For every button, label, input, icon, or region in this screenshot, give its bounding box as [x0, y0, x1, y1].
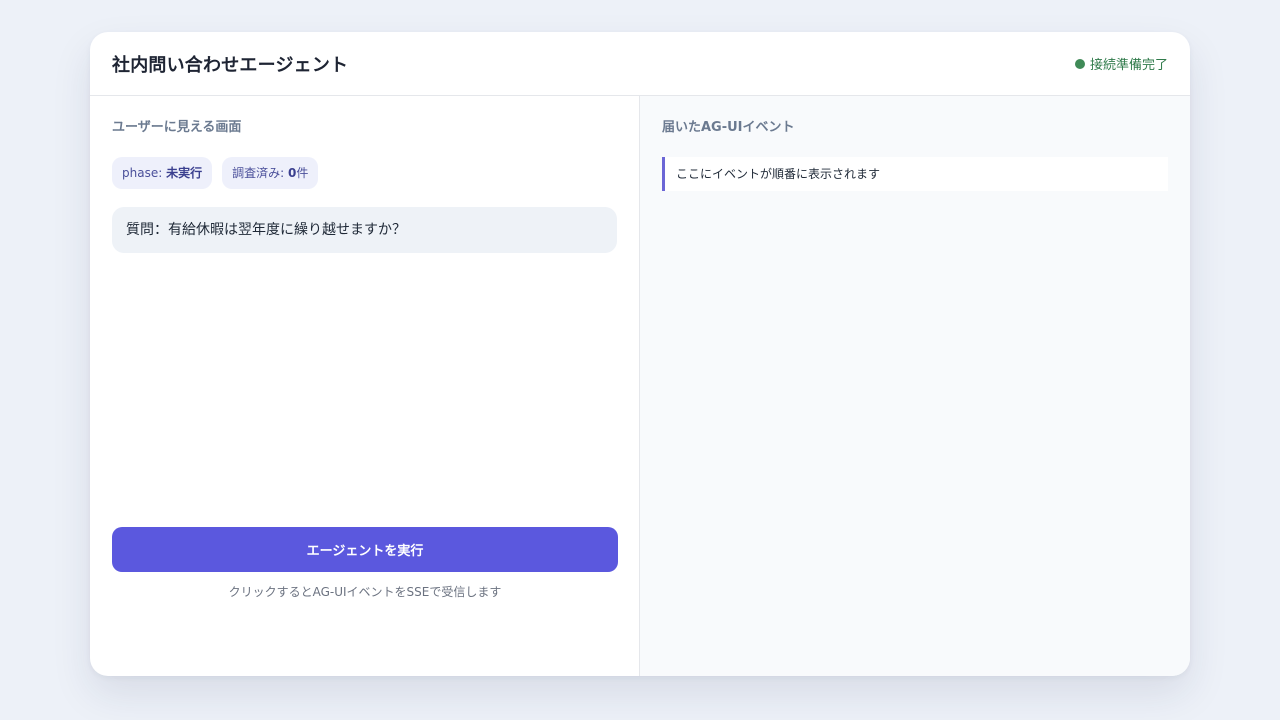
app-window: 社内問い合わせエージェント 接続準備完了 ユーザーに見える画面 phase: 未…	[90, 32, 1190, 676]
run-hint: クリックするとAG-UIイベントをSSEで受信します	[228, 585, 502, 599]
events-title: 届いたAG-UIイベント	[662, 120, 795, 135]
question-bubble: 質問：有給休暇は翌年度に繰り越せますか？	[112, 207, 617, 253]
user-view-panel: ユーザーに見える画面 phase: 未実行 調査済み: 0件 質問：有給休暇は翌…	[90, 96, 640, 676]
page-title: 社内問い合わせエージェント	[112, 54, 349, 76]
run-agent-button[interactable]: エージェントを実行	[112, 527, 618, 572]
investigated-unit: 件	[296, 166, 309, 180]
phase-label: phase:	[122, 166, 167, 180]
phase-chip: phase: 未実行	[112, 157, 213, 189]
investigated-chip: 調査済み: 0件	[222, 157, 319, 189]
investigated-label: 調査済み:	[232, 166, 288, 180]
state-chips: phase: 未実行 調査済み: 0件	[112, 157, 617, 189]
connection-status: 接続準備完了	[1074, 54, 1168, 73]
status-text: 接続準備完了	[1089, 58, 1168, 73]
phase-value: 未実行	[166, 166, 203, 180]
user-view-title: ユーザーに見える画面	[112, 120, 242, 135]
event-item: ここにイベントが順番に表示されます	[662, 157, 1168, 191]
main-content: ユーザーに見える画面 phase: 未実行 調査済み: 0件 質問：有給休暇は翌…	[90, 96, 1190, 676]
events-panel: 届いたAG-UIイベント ここにイベントが順番に表示されます	[640, 96, 1190, 676]
status-dot-icon	[1074, 58, 1085, 69]
header: 社内問い合わせエージェント 接続準備完了	[90, 32, 1190, 96]
